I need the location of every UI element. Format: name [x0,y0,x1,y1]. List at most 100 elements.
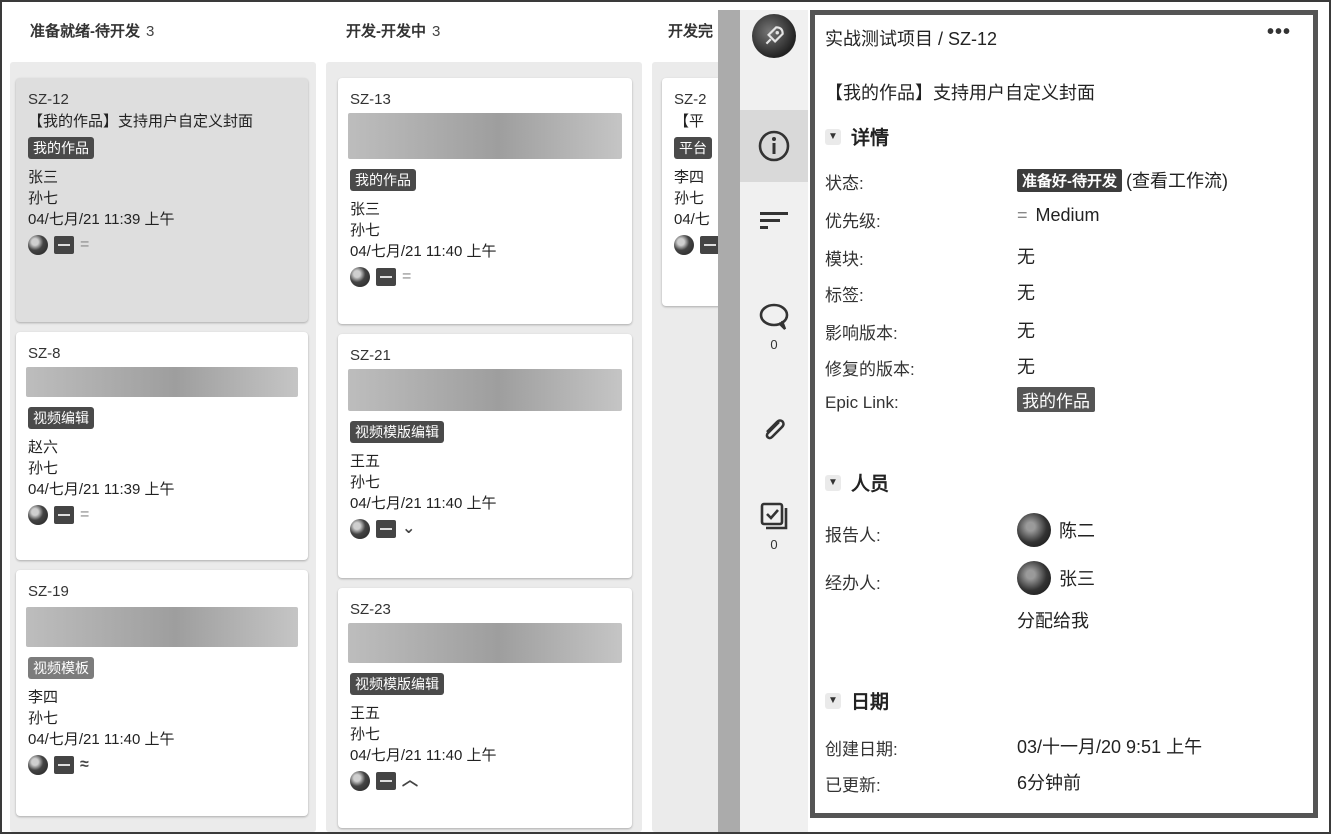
issue-card[interactable]: SZ-8 视频编辑 赵六 孙七 04/七月/21 11:39 上午 = [16,332,308,560]
card-date: 04/七月/21 11:39 上午 [28,481,175,498]
reporter-label: 报告人: [825,526,881,545]
issue-key[interactable]: SZ-13 [350,91,620,109]
chevron-down-icon: ⌄ [402,520,416,537]
card-date: 04/七月/21 11:39 上午 [28,211,175,228]
reporter-field[interactable]: 陈二 [1017,513,1095,547]
comments-tab[interactable]: 0 [740,302,808,352]
column-title: 准备就绪-待开发 [30,23,140,40]
priority-value: Medium [1035,205,1100,225]
details-heading: 详情 [851,128,890,149]
issue-card[interactable]: SZ-19 视频模板 李四 孙七 04/七月/21 11:40 上午 ≈ [16,570,308,816]
info-tab[interactable] [740,110,808,182]
fix-version-value[interactable]: 无 [1017,353,1035,379]
status-field: 准备好-待开发 (查看工作流) [1017,167,1228,193]
checklist-tab[interactable]: 0 [740,500,808,552]
card-date: 04/七月/21 11:40 上午 [28,731,175,748]
app-frame: 准备就绪-待开发 3 SZ-12 【我的作品】支持用户自定义封面 我的作品 张三 … [0,0,1331,834]
chevron-down-icon: ▼ [825,128,841,145]
module-label: 模块: [825,250,864,269]
chevron-up-icon: ︿ [402,772,419,789]
redacted-summary [348,113,622,159]
epic-link-badge[interactable]: 我的作品 [1017,387,1095,412]
tags-value[interactable]: 无 [1017,279,1035,305]
column-header: 开发完 [668,20,713,41]
module-value[interactable]: 无 [1017,243,1035,269]
workflow-link[interactable]: (查看工作流) [1126,167,1228,193]
chevron-down-icon: ▼ [825,692,841,709]
assignee-name: 孙七 [674,190,705,207]
assignee-name: 孙七 [28,710,59,727]
priority-equals-icon: = [1017,205,1028,225]
column-title: 开发完 [668,23,714,40]
reporter-name: 李四 [674,169,705,186]
issue-key[interactable]: SZ-23 [350,601,620,619]
redacted-summary [26,607,298,647]
assignee-name: 孙七 [28,190,59,207]
people-section-header[interactable]: ▼ 人员 [825,469,889,496]
panel-resize-handle[interactable] [718,10,740,832]
status-badge[interactable]: 准备好-待开发 [1017,168,1122,192]
issue-summary-title[interactable]: 【我的作品】支持用户自定义封面 [825,79,1095,105]
assign-to-me-link[interactable]: 分配给我 [1017,607,1089,633]
assignee-field[interactable]: 张三 [1017,561,1095,595]
card-date: 04/七月/21 11:40 上午 [350,747,497,764]
issue-key[interactable]: SZ-21 [350,347,620,365]
fix-version-label: 修复的版本: [825,360,915,379]
sort-tab[interactable] [740,206,808,239]
detail-toolbar: 0 0 [740,10,808,832]
issue-card[interactable]: SZ-23 视频模版编辑 王五 孙七 04/七月/21 11:40 上午 ︿ [338,588,632,828]
avatar-icon [28,505,48,525]
column-body: SZ-13 我的作品 张三 孙七 04/七月/21 11:40 上午 = SZ-… [326,62,642,832]
epic-link-field: 我的作品 [1017,387,1095,412]
priority-label: 优先级: [825,212,881,231]
issue-key[interactable]: SZ-12 [28,91,296,109]
card-date: 04/七月/21 11:40 上午 [350,243,497,260]
affects-version-value[interactable]: 无 [1017,317,1035,343]
issue-type-icon [54,236,74,254]
priority-field[interactable]: = Medium [1017,205,1100,226]
attachments-tab[interactable] [740,414,808,453]
breadcrumb[interactable]: 实战测试项目 / SZ-12 [825,25,997,51]
avatar-icon [350,519,370,539]
epic-label: 视频模版编辑 [350,421,444,443]
issue-card[interactable]: SZ-12 【我的作品】支持用户自定义封面 我的作品 张三 孙七 04/七月/2… [16,78,308,322]
equals-icon: = [80,506,90,523]
issue-key[interactable]: SZ-19 [28,583,296,601]
card-icons: ≈ [28,755,296,775]
epic-label: 视频模板 [28,657,94,679]
issue-card[interactable]: SZ-13 我的作品 张三 孙七 04/七月/21 11:40 上午 = [338,78,632,324]
avatar-icon [674,235,694,255]
tags-label: 标签: [825,286,864,305]
card-icons: = [28,505,296,525]
dates-section-header[interactable]: ▼ 日期 [825,687,889,714]
assignee-label: 经办人: [825,574,881,593]
issue-key[interactable]: SZ-2 [674,91,718,109]
issue-card[interactable]: SZ-2 【平 平台 李四 孙七 04/七 [662,78,718,306]
column-header: 开发-开发中 3 [346,20,440,41]
affects-version-label: 影响版本: [825,324,898,343]
more-actions-button[interactable]: ••• [1267,21,1291,44]
epic-label: 我的作品 [28,137,94,159]
assignee-name: 孙七 [28,460,59,477]
reporter-name: 王五 [350,453,381,470]
details-section-header[interactable]: ▼ 详情 [825,123,889,150]
issue-type-icon [54,506,74,524]
issue-type-icon [376,268,396,286]
assignee-value: 张三 [1059,569,1095,589]
assignee-name: 孙七 [350,222,381,239]
column-body: SZ-12 【我的作品】支持用户自定义封面 我的作品 张三 孙七 04/七月/2… [10,62,316,832]
reporter-name: 张三 [28,169,59,186]
issue-summary: 【我的作品】支持用户自定义封面 [28,113,254,130]
issue-type-icon [376,520,396,538]
redacted-summary [26,367,298,397]
reporter-name: 赵六 [28,439,59,456]
checklist-icon [760,502,788,530]
column-count: 3 [432,23,441,40]
column-header: 准备就绪-待开发 3 [30,20,154,41]
project-avatar[interactable] [740,14,808,58]
card-icons: = [28,235,296,255]
card-date: 04/七月/21 11:40 上午 [350,495,497,512]
issue-summary: 【平 [674,113,705,130]
issue-key[interactable]: SZ-8 [28,345,296,363]
issue-card[interactable]: SZ-21 视频模版编辑 王五 孙七 04/七月/21 11:40 上午 ⌄ [338,334,632,578]
